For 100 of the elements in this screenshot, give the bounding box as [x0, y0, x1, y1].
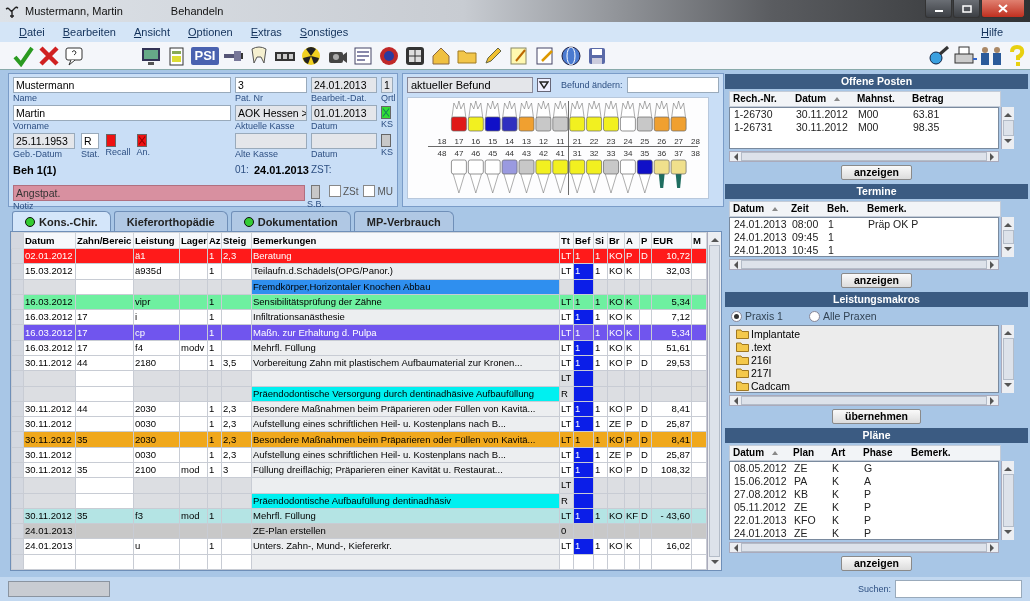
column-header[interactable]: Leistung	[133, 232, 180, 249]
table-row[interactable]: 15.03.2012 ä935d 1 Teilaufn.d.Schädels(OPG/Panor.) LT 1 1 KO K 32,03	[11, 263, 707, 280]
table-row[interactable]: 24.01.2013 u 1 Unters. Zahn-, Mund-, Kiefererkr. LT 1 1 KO K 16,02	[11, 538, 707, 555]
tab[interactable]: MP-Verbrauch	[353, 211, 454, 231]
horizontal-scrollbar[interactable]	[729, 151, 999, 162]
vertical-scrollbar[interactable]	[1001, 107, 1014, 149]
birth-date-field[interactable]: 25.11.1953	[13, 133, 75, 149]
old-date-field[interactable]	[311, 133, 377, 149]
show-button[interactable]: anzeigen	[841, 165, 912, 180]
checkbox[interactable]: MU	[363, 185, 393, 197]
vertical-scrollbar[interactable]	[1001, 217, 1014, 257]
maximize-button[interactable]	[953, 0, 980, 18]
radio-button[interactable]: Praxis 1	[731, 310, 783, 322]
tooth-drawing[interactable]	[484, 100, 501, 132]
vertical-scrollbar[interactable]	[707, 232, 721, 570]
table-row[interactable]: 30.11.2012 44 2180 1 3,5 Vorbereitung Zahn mit plastischem Aufbaumaterial zur Kronen... LT 1 1 KO P D 29,53	[11, 355, 707, 371]
table-row[interactable]: 16.03.2012 17 i 1 Infiltrationsanästhesie LT 1 1 KO K 7,12	[11, 309, 707, 325]
menu-item[interactable]: Hilfe	[972, 26, 1012, 38]
column-header[interactable]: Zeit	[788, 202, 824, 216]
column-header[interactable]: Bemerkungen	[251, 232, 560, 249]
close-icon[interactable]	[37, 43, 61, 68]
menu-item[interactable]: Datei	[10, 26, 54, 38]
column-header[interactable]: Bemerk.	[864, 202, 974, 216]
column-header[interactable]: Datum	[730, 446, 790, 460]
show-button[interactable]: anzeigen	[841, 556, 912, 571]
table-row[interactable]: Fremdkörper,Horizontaler Knochen Abbau	[11, 279, 707, 295]
column-header[interactable]: Zahn/Bereic	[75, 232, 134, 249]
column-header[interactable]: Art	[828, 446, 860, 460]
folder-item[interactable]: Cadcam	[736, 379, 998, 392]
globe-icon[interactable]	[559, 43, 583, 68]
folder-item[interactable]: 216I	[736, 353, 998, 366]
tab[interactable]: Kieferorthopädie	[113, 211, 228, 231]
checkbox[interactable]: ZSt	[328, 185, 359, 197]
vertical-scrollbar[interactable]	[1001, 325, 1014, 393]
findings-select[interactable]: aktueller Befund	[407, 77, 533, 93]
column-header[interactable]: Plan	[790, 446, 828, 460]
column-header[interactable]: Lager	[179, 232, 208, 249]
date-field[interactable]: 01.01.2013	[311, 105, 377, 121]
column-header[interactable]: Beh.	[824, 202, 864, 216]
column-header[interactable]: Bef	[573, 232, 594, 249]
horizontal-scrollbar[interactable]	[729, 542, 999, 553]
column-header[interactable]: Datum	[730, 202, 788, 216]
menu-item[interactable]: Sonstiges	[290, 26, 358, 38]
table-row[interactable]: 30.11.2012 0030 1 2,3 Aufstellung eines schriftlichen Heil- u. Kostenplans nach B... LT 1 1 ZE P D 25,87	[11, 447, 707, 463]
vertical-scrollbar[interactable]	[1001, 461, 1014, 540]
old-insurance-field[interactable]	[235, 133, 307, 149]
sb-button[interactable]	[310, 185, 320, 199]
first-name-field[interactable]: Martin	[13, 105, 231, 121]
column-header[interactable]: Betrag	[909, 92, 959, 106]
horizontal-scrollbar[interactable]	[729, 259, 999, 270]
tooth-drawing[interactable]	[451, 100, 467, 132]
dropdown-button[interactable]	[537, 78, 551, 92]
name-field[interactable]: Mustermann	[13, 77, 231, 93]
tooth-drawing[interactable]	[552, 100, 569, 132]
search-field[interactable]	[895, 580, 1022, 598]
show-button[interactable]: anzeigen	[841, 273, 912, 288]
flag-indicator[interactable]	[136, 134, 147, 147]
psi-button[interactable]: PSI	[191, 46, 219, 65]
column-header[interactable]: Steig	[221, 232, 252, 249]
horizontal-scrollbar[interactable]	[729, 395, 999, 406]
search-icon[interactable]	[927, 43, 951, 68]
table-row[interactable]: 30.11.2012 0030 1 2,3 Aufstellung eines schriftlichen Heil- u. Kostenplans nach B... LT 1 1 ZE P D 25,87	[11, 416, 707, 432]
tooth-drawing[interactable]	[552, 159, 569, 194]
status-field[interactable]: R	[81, 133, 99, 149]
menu-item[interactable]: Ansicht	[124, 26, 179, 38]
table-row[interactable]: 30.11.2012 44 2030 1 2,3 Besondere Maßnahmen beim Präparieren oder Füllen von Kavitä... LT 1 1 KO P D 8,41	[11, 401, 707, 417]
quarter-field[interactable]: 1	[381, 77, 393, 93]
menu-item[interactable]: Extras	[241, 26, 291, 38]
table-row[interactable]: Präendodontische Aufbaufüllung dentinadhäsiv R	[11, 493, 707, 509]
folder-item[interactable]: .text	[736, 340, 998, 353]
column-header[interactable]: Bemerk.	[908, 446, 968, 460]
ks-indicator[interactable]	[381, 106, 391, 119]
table-row[interactable]: Präendodontische Versorgung durch dentinadhäsive Aufbaufüllung R	[11, 386, 707, 402]
findings-change-field[interactable]	[626, 77, 719, 93]
radio-button[interactable]: Alle Praxen	[808, 310, 877, 322]
close-button[interactable]	[981, 0, 1025, 18]
tab[interactable]: Dokumentation	[230, 211, 351, 231]
tooth-drawing[interactable]	[670, 159, 687, 188]
column-header[interactable]: Datum	[23, 232, 76, 249]
column-header[interactable]: Datum	[792, 92, 854, 106]
tooth-drawing[interactable]	[636, 159, 653, 194]
column-header[interactable]: Mahnst.	[854, 92, 909, 106]
ks-indicator[interactable]	[381, 134, 391, 147]
minimize-button[interactable]	[925, 0, 952, 18]
column-header[interactable]: Rech.-Nr.	[730, 92, 792, 106]
tooth-drawing[interactable]	[653, 159, 670, 188]
edit-date-field[interactable]: 24.01.2013	[311, 77, 377, 93]
column-header[interactable]: EUR	[651, 232, 692, 249]
folder-item[interactable]: 217I	[736, 366, 998, 379]
apply-button[interactable]: übernehmen	[832, 409, 921, 424]
table-row[interactable]: 30.11.2012 35 2100 mod 1 3 Füllung dreiflächig; Präparieren einer Kavität u. Restaurat... LT 1 1 KO P D 108,32	[11, 462, 707, 478]
tooth-drawing[interactable]	[501, 100, 518, 132]
table-row[interactable]: LT	[11, 477, 707, 493]
column-header[interactable]: Phase	[860, 446, 908, 460]
flag-indicator[interactable]	[105, 134, 116, 147]
tab[interactable]: Kons.-Chir.	[12, 211, 111, 231]
table-row[interactable]: LT	[11, 370, 707, 387]
patient-number-field[interactable]: 3	[235, 77, 307, 93]
table-row[interactable]: 16.03.2012 17 f4 modv 1 Mehrfl. Füllung LT 1 1 KO K 51,61	[11, 340, 707, 356]
note-field[interactable]: Angstpat.	[13, 185, 305, 201]
